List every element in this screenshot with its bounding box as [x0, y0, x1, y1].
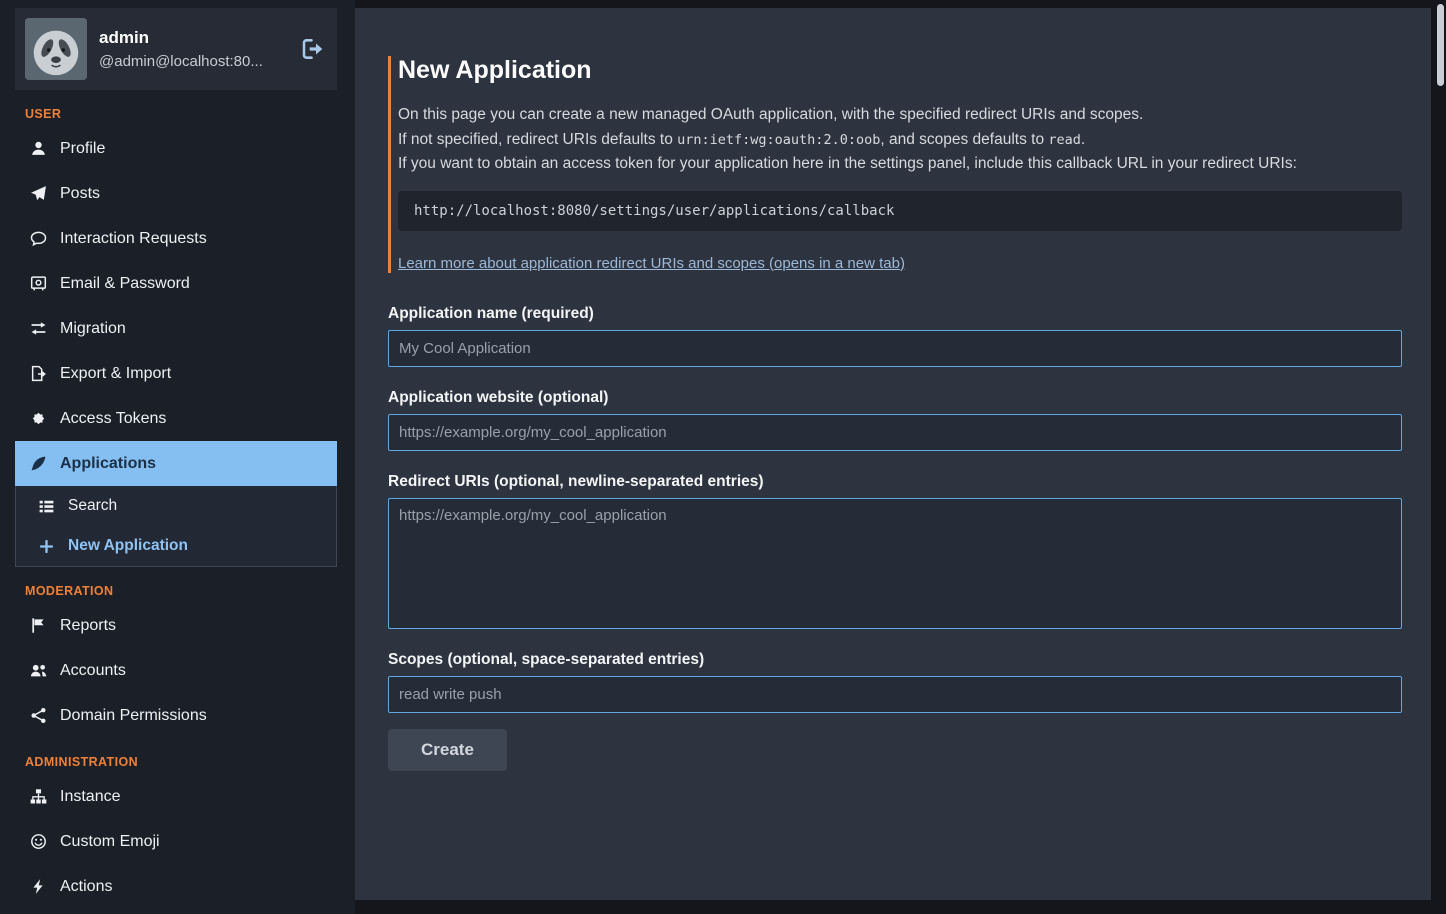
scopes-input[interactable]	[388, 676, 1402, 713]
logout-icon[interactable]	[301, 37, 325, 61]
learn-more-link[interactable]: Learn more about application redirect UR…	[398, 255, 905, 272]
sidebar-item-migration[interactable]: Migration	[15, 306, 337, 351]
sidebar-item-applications[interactable]: Applications	[15, 441, 337, 486]
redirect-uris-label: Redirect URIs (optional, newline-separat…	[388, 473, 1402, 491]
sidebar-item-posts[interactable]: Posts	[15, 171, 337, 216]
section-header-user: USER	[15, 107, 337, 121]
section-header-administration: ADMINISTRATION	[15, 755, 337, 769]
bolt-icon	[30, 878, 47, 895]
user-card: admin @admin@localhost:80...	[15, 8, 337, 90]
sidebar-item-label: Applications	[60, 455, 156, 473]
page-title: New Application	[398, 56, 1402, 85]
sidebar-item-access-tokens[interactable]: Access Tokens	[15, 396, 337, 441]
submenu-item-new-application[interactable]: New Application	[16, 526, 336, 566]
sidebar-item-accounts[interactable]: Accounts	[15, 648, 337, 693]
application-website-input[interactable]	[388, 414, 1402, 451]
sidebar-item-profile[interactable]: Profile	[15, 126, 337, 171]
plus-icon	[38, 538, 55, 555]
main-panel: New Application On this page you can cre…	[355, 8, 1431, 900]
submenu-item-search[interactable]: Search	[16, 486, 336, 526]
submenu-item-label: Search	[68, 497, 117, 515]
application-website-label: Application website (optional)	[388, 389, 1402, 407]
sidebar-item-export-import[interactable]: Export & Import	[15, 351, 337, 396]
avatar	[25, 18, 87, 80]
user-handle: @admin@localhost:80...	[99, 53, 289, 70]
sidebar-item-label: Custom Emoji	[60, 833, 160, 851]
sidebar-nav: USER Profile Posts Interaction Requests	[15, 107, 337, 909]
arrows-left-right-icon	[30, 320, 47, 337]
sidebar-item-label: Instance	[60, 788, 120, 806]
description-text: .	[1081, 131, 1085, 148]
description-line-2: If not specified, redirect URIs defaults…	[398, 128, 1402, 153]
sidebar-item-actions[interactable]: Actions	[15, 864, 337, 909]
list-icon	[38, 498, 55, 515]
page-intro: New Application On this page you can cre…	[388, 56, 1402, 273]
paper-plane-icon	[30, 185, 47, 202]
submenu-item-label: New Application	[68, 537, 188, 555]
user-icon	[30, 140, 47, 157]
sidebar-item-label: Interaction Requests	[60, 230, 207, 248]
description-text: If not specified, redirect URIs defaults…	[398, 131, 677, 148]
sidebar-item-label: Export & Import	[60, 365, 171, 383]
section-header-moderation: MODERATION	[15, 584, 337, 598]
sidebar-item-label: Accounts	[60, 662, 126, 680]
comment-icon	[30, 230, 47, 247]
inline-code-read: read	[1048, 132, 1081, 148]
inline-code-oob: urn:ietf:wg:oauth:2.0:oob	[677, 132, 880, 148]
settings-sidebar: admin @admin@localhost:80... USER Profil…	[0, 0, 355, 914]
sidebar-item-label: Email & Password	[60, 275, 190, 293]
sidebar-item-label: Migration	[60, 320, 126, 338]
description-line-3: If you want to obtain an access token fo…	[398, 152, 1402, 177]
create-button[interactable]: Create	[388, 729, 507, 771]
users-icon	[30, 662, 47, 679]
sidebar-item-custom-emoji[interactable]: Custom Emoji	[15, 819, 337, 864]
redirect-uris-textarea[interactable]	[388, 498, 1402, 629]
feather-icon	[30, 455, 47, 472]
sidebar-item-domain-permissions[interactable]: Domain Permissions	[15, 693, 337, 738]
sidebar-item-label: Actions	[60, 878, 112, 896]
sidebar-item-label: Reports	[60, 617, 116, 635]
file-export-icon	[30, 365, 47, 382]
sidebar-item-label: Domain Permissions	[60, 707, 207, 725]
callback-url-code-block: http://localhost:8080/settings/user/appl…	[398, 191, 1402, 231]
scopes-label: Scopes (optional, space-separated entrie…	[388, 651, 1402, 669]
sidebar-item-label: Access Tokens	[60, 410, 166, 428]
username: admin	[99, 28, 289, 48]
application-name-label: Application name (required)	[388, 305, 1402, 323]
sidebar-item-instance[interactable]: Instance	[15, 774, 337, 819]
share-nodes-icon	[30, 707, 47, 724]
application-name-input[interactable]	[388, 330, 1402, 367]
sidebar-item-reports[interactable]: Reports	[15, 603, 337, 648]
description-text: , and scopes defaults to	[880, 131, 1048, 148]
sidebar-item-interaction-requests[interactable]: Interaction Requests	[15, 216, 337, 261]
description-line-1: On this page you can create a new manage…	[398, 103, 1402, 128]
vertical-scrollbar-thumb[interactable]	[1437, 4, 1444, 86]
sidebar-item-email-password[interactable]: Email & Password	[15, 261, 337, 306]
sidebar-item-label: Profile	[60, 140, 105, 158]
vault-icon	[30, 275, 47, 292]
sitemap-icon	[30, 788, 47, 805]
description-text: On this page you can create a new manage…	[398, 106, 1143, 123]
smile-icon	[30, 833, 47, 850]
app-root: admin @admin@localhost:80... USER Profil…	[0, 0, 1446, 914]
description-text: If you want to obtain an access token fo…	[398, 155, 1297, 172]
user-info: admin @admin@localhost:80...	[99, 28, 289, 70]
certificate-icon	[30, 410, 47, 427]
sidebar-item-label: Posts	[60, 185, 100, 203]
applications-submenu: Search New Application	[15, 486, 337, 567]
new-application-form: Application name (required) Application …	[388, 305, 1402, 771]
flag-icon	[30, 617, 47, 634]
